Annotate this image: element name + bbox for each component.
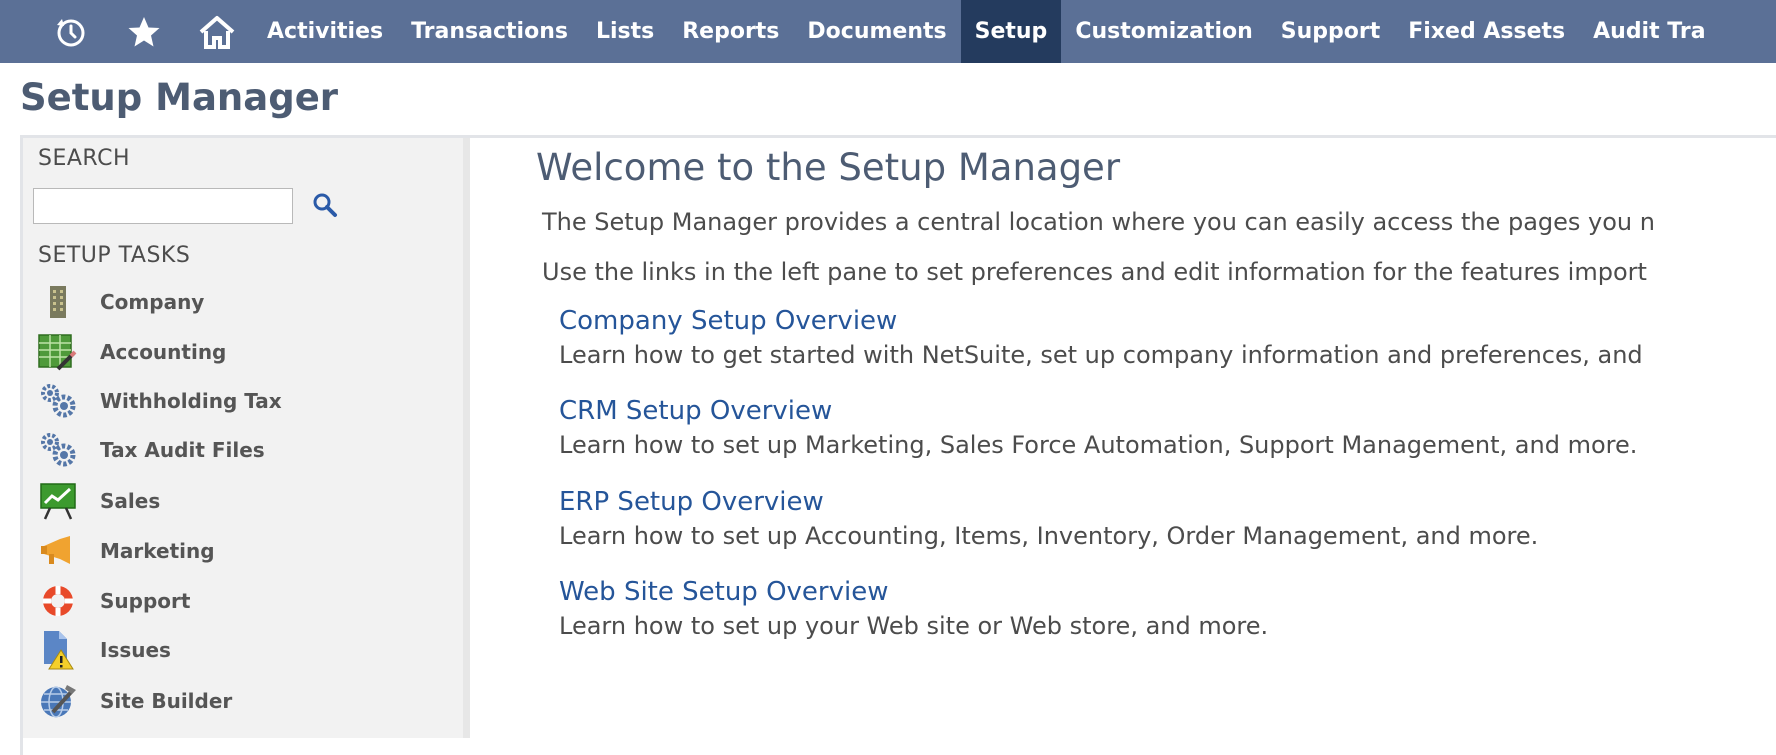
nav-lists[interactable]: Lists [582, 0, 668, 63]
chart-board-icon [38, 481, 78, 521]
nav-activities[interactable]: Activities [253, 0, 397, 63]
search-icon [313, 193, 337, 217]
megaphone-icon [38, 531, 78, 571]
overview-description: Learn how to get started with NetSuite, … [559, 341, 1643, 369]
setup-tasks-label: SETUP TASKS [38, 243, 191, 268]
task-label: Site Builder [100, 689, 233, 713]
search-label: SEARCH [38, 146, 131, 171]
task-support[interactable]: Support [38, 579, 438, 623]
overview-description: Learn how to set up Marketing, Sales For… [559, 431, 1638, 459]
nav-setup[interactable]: Setup [960, 0, 1062, 63]
task-accounting[interactable]: Accounting [38, 330, 438, 374]
task-label: Tax Audit Files [100, 438, 265, 462]
left-pane: SEARCH SETUP TASKS Company Accounting Wi… [23, 138, 470, 738]
globe-tool-icon [38, 681, 78, 721]
intro-paragraph: The Setup Manager provides a central loc… [542, 208, 1655, 236]
web-site-setup-overview-link[interactable]: Web Site Setup Overview [559, 577, 888, 607]
warning-document-icon [38, 630, 78, 670]
overview-description: Learn how to set up Accounting, Items, I… [559, 522, 1539, 550]
nav-support[interactable]: Support [1267, 0, 1394, 63]
task-company[interactable]: Company [38, 280, 438, 324]
task-label: Issues [100, 638, 171, 662]
lifebuoy-icon [38, 581, 78, 621]
company-setup-overview-link[interactable]: Company Setup Overview [559, 306, 897, 336]
nav-fixed-assets[interactable]: Fixed Assets [1394, 0, 1579, 63]
task-label: Support [100, 589, 191, 613]
crm-setup-overview-link[interactable]: CRM Setup Overview [559, 396, 832, 426]
nav-customization[interactable]: Customization [1061, 0, 1266, 63]
task-label: Withholding Tax [100, 389, 282, 413]
search-button[interactable] [308, 188, 342, 222]
overview-description: Learn how to set up your Web site or Web… [559, 612, 1269, 640]
home-icon[interactable] [180, 0, 253, 63]
instructions-paragraph: Use the links in the left pane to set pr… [542, 258, 1647, 286]
ledger-icon [38, 332, 78, 372]
welcome-heading: Welcome to the Setup Manager [536, 146, 1121, 189]
task-withholding-tax[interactable]: Withholding Tax [38, 379, 438, 423]
gears-icon [38, 430, 78, 470]
top-navigation-bar: Activities Transactions Lists Reports Do… [0, 0, 1776, 63]
page-title: Setup Manager [20, 76, 339, 119]
recent-icon[interactable] [34, 0, 107, 63]
star-icon[interactable] [107, 0, 180, 63]
task-sales[interactable]: Sales [38, 479, 438, 523]
task-tax-audit-files[interactable]: Tax Audit Files [38, 428, 438, 472]
gears-icon [38, 381, 78, 421]
nav-transactions[interactable]: Transactions [397, 0, 582, 63]
task-label: Marketing [100, 539, 215, 563]
task-label: Sales [100, 489, 161, 513]
nav-audit-trail[interactable]: Audit Tra [1579, 0, 1719, 63]
erp-setup-overview-link[interactable]: ERP Setup Overview [559, 487, 824, 517]
task-site-builder[interactable]: Site Builder [38, 679, 438, 723]
task-issues[interactable]: Issues [38, 628, 438, 672]
task-label: Accounting [100, 340, 227, 364]
search-input[interactable] [33, 188, 293, 224]
task-label: Company [100, 290, 205, 314]
nav-reports[interactable]: Reports [668, 0, 793, 63]
nav-documents[interactable]: Documents [793, 0, 960, 63]
building-icon [38, 282, 78, 322]
task-marketing[interactable]: Marketing [38, 529, 438, 573]
